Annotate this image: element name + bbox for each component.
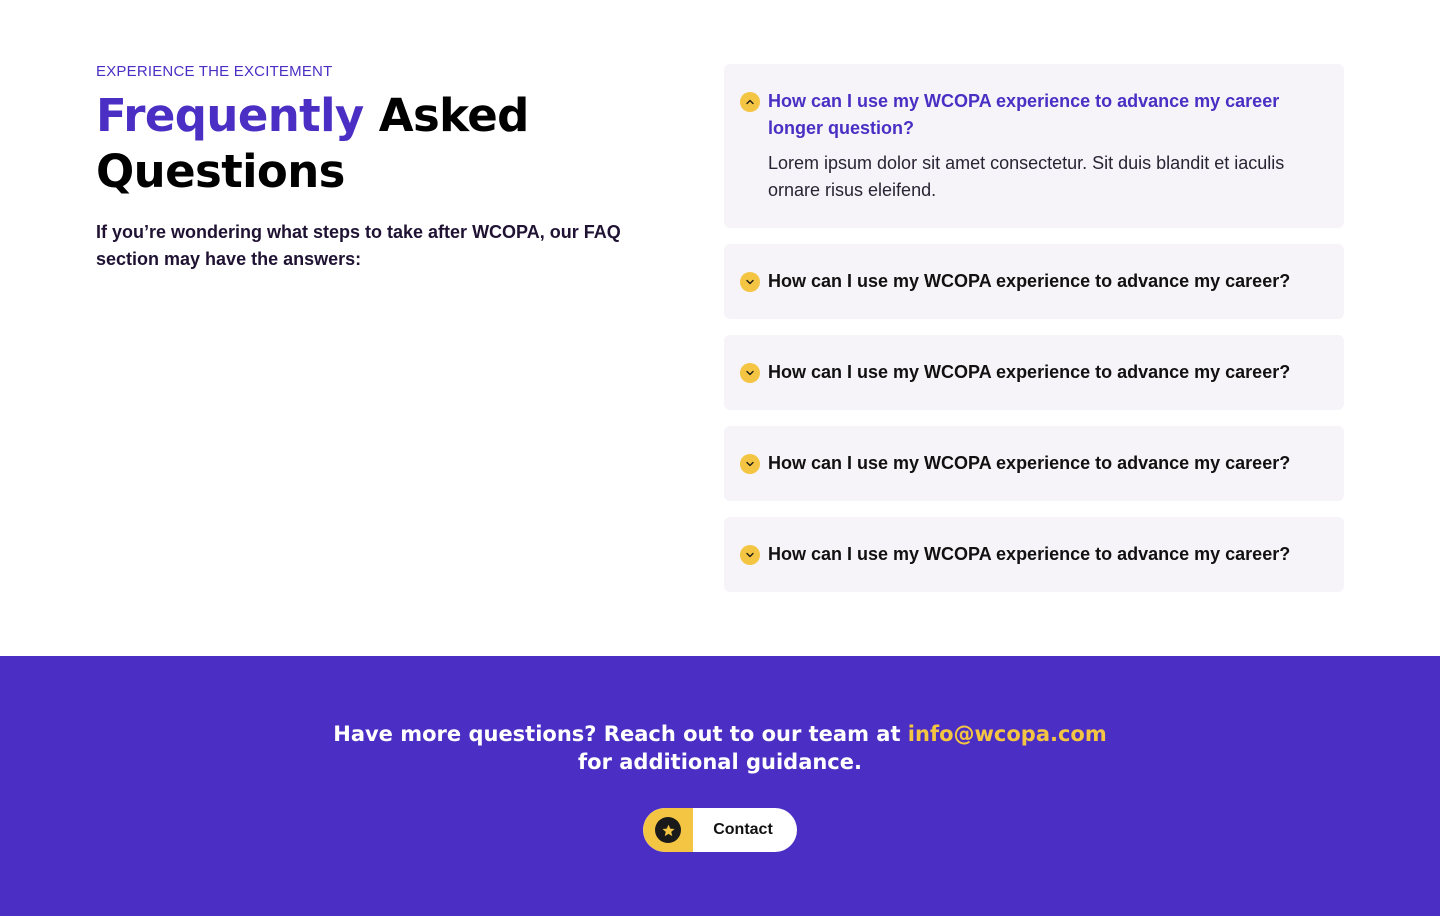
contact-cta-banner: Have more questions? Reach out to our te… bbox=[0, 656, 1440, 916]
cta-text-before: Have more questions? Reach out to our te… bbox=[333, 722, 908, 746]
faq-question[interactable]: How can I use my WCOPA experience to adv… bbox=[768, 541, 1324, 568]
chevron-down-icon[interactable] bbox=[740, 453, 760, 474]
faq-question[interactable]: How can I use my WCOPA experience to adv… bbox=[768, 359, 1324, 386]
chevron-down-icon[interactable] bbox=[740, 271, 760, 292]
faq-item-2[interactable]: How can I use my WCOPA experience to adv… bbox=[724, 244, 1344, 319]
contact-button-label: Contact bbox=[713, 821, 773, 838]
title-accent: Frequently bbox=[96, 89, 364, 142]
contact-button-icon bbox=[643, 808, 693, 852]
faq-section: EXPERIENCE THE EXCITEMENT Frequently Ask… bbox=[0, 0, 1440, 656]
faq-item-body: How can I use my WCOPA experience to adv… bbox=[768, 450, 1324, 477]
faq-item-body: How can I use my WCOPA experience to adv… bbox=[768, 88, 1324, 204]
faq-answer: Lorem ipsum dolor sit amet consectetur. … bbox=[768, 153, 1285, 200]
faq-item-body: How can I use my WCOPA experience to adv… bbox=[768, 268, 1324, 295]
faq-question[interactable]: How can I use my WCOPA experience to adv… bbox=[768, 450, 1324, 477]
email-link[interactable]: info@wcopa.com bbox=[908, 722, 1107, 746]
eyebrow-text: EXPERIENCE THE EXCITEMENT bbox=[96, 63, 333, 80]
faq-item-body: How can I use my WCOPA experience to adv… bbox=[768, 541, 1324, 568]
contact-button[interactable]: Contact bbox=[643, 808, 797, 852]
faq-intro: EXPERIENCE THE EXCITEMENT Frequently Ask… bbox=[96, 62, 636, 273]
faq-item-body: How can I use my WCOPA experience to adv… bbox=[768, 359, 1324, 386]
cta-text: Have more questions? Reach out to our te… bbox=[320, 720, 1120, 776]
faq-list: How can I use my WCOPA experience to adv… bbox=[724, 64, 1344, 608]
faq-question[interactable]: How can I use my WCOPA experience to adv… bbox=[768, 88, 1324, 142]
faq-item-3[interactable]: How can I use my WCOPA experience to adv… bbox=[724, 335, 1344, 410]
intro-text: If you’re wondering what steps to take a… bbox=[96, 222, 621, 269]
star-icon bbox=[655, 817, 681, 843]
chevron-down-icon[interactable] bbox=[740, 544, 760, 565]
faq-item-4[interactable]: How can I use my WCOPA experience to adv… bbox=[724, 426, 1344, 501]
chevron-up-icon[interactable] bbox=[740, 92, 760, 112]
cta-text-after: for additional guidance. bbox=[578, 750, 862, 774]
chevron-down-icon[interactable] bbox=[740, 362, 760, 383]
faq-question[interactable]: How can I use my WCOPA experience to adv… bbox=[768, 268, 1324, 295]
faq-item-5[interactable]: How can I use my WCOPA experience to adv… bbox=[724, 517, 1344, 592]
faq-item-1[interactable]: How can I use my WCOPA experience to adv… bbox=[724, 64, 1344, 228]
page-title: Frequently Asked Questions bbox=[96, 88, 636, 200]
